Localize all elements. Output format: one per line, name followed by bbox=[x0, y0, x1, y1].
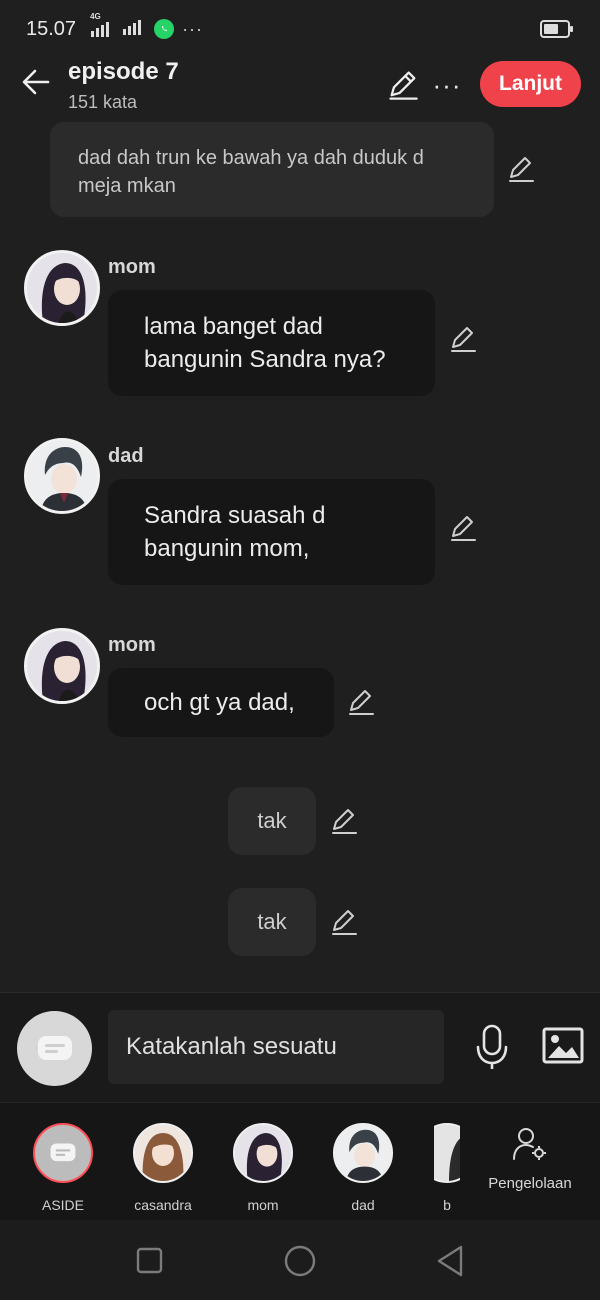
mom-portrait-icon bbox=[235, 1125, 291, 1181]
character-mom[interactable]: mom bbox=[223, 1123, 303, 1213]
top-bar: episode 7 151 kata ··· Lanjut bbox=[0, 58, 600, 122]
status-more: ··· bbox=[182, 18, 204, 39]
edit-message-icon[interactable] bbox=[346, 687, 376, 717]
image-button[interactable] bbox=[542, 1026, 584, 1066]
back-nav-button[interactable] bbox=[433, 1244, 467, 1278]
character-name: ASIDE bbox=[41, 1197, 84, 1213]
character-casandra[interactable]: casandra bbox=[123, 1123, 203, 1213]
aside-avatar bbox=[33, 1123, 93, 1183]
word-count: 151 kata bbox=[68, 92, 138, 112]
input-area bbox=[0, 992, 600, 1102]
dad-portrait-icon bbox=[335, 1125, 391, 1181]
square-icon bbox=[136, 1247, 163, 1274]
character-bar: ASIDE casandra mom dad b Pengelolaan bbox=[0, 1102, 600, 1220]
edit-narration-icon[interactable] bbox=[506, 154, 536, 184]
signal-icon-2 bbox=[122, 18, 146, 41]
edit-message-icon[interactable] bbox=[448, 324, 478, 354]
message-bubble[interactable]: Sandra suasah d bangunin mom, bbox=[108, 479, 435, 585]
mom-portrait-icon bbox=[27, 631, 97, 701]
recents-button[interactable] bbox=[133, 1244, 167, 1278]
mom-avatar[interactable] bbox=[24, 628, 100, 704]
status-time: 15.07 bbox=[26, 17, 77, 40]
speaker-name: mom bbox=[108, 256, 156, 278]
character-name: b bbox=[443, 1197, 451, 1213]
triangle-back-icon bbox=[437, 1245, 463, 1277]
home-button[interactable] bbox=[283, 1244, 317, 1278]
continue-button[interactable]: Lanjut bbox=[480, 61, 581, 107]
narration-bubble[interactable]: dad dah trun ke bawah ya dah duduk d mej… bbox=[50, 122, 494, 217]
narration-bubble[interactable]: tak bbox=[228, 787, 316, 855]
image-icon bbox=[542, 1027, 584, 1064]
mom-portrait-icon bbox=[27, 253, 97, 323]
speaker-name: dad bbox=[108, 445, 144, 467]
pencil-icon bbox=[389, 71, 418, 100]
status-icons: 4G ··· bbox=[90, 12, 204, 41]
dad-avatar bbox=[333, 1123, 393, 1183]
episode-title: episode 7 bbox=[68, 58, 179, 85]
mom-avatar[interactable] bbox=[24, 250, 100, 326]
aside-toggle-button[interactable] bbox=[17, 1011, 92, 1086]
user-settings-icon bbox=[513, 1128, 546, 1160]
edit-message-icon[interactable] bbox=[448, 513, 478, 543]
circle-icon bbox=[284, 1245, 316, 1277]
status-bar: 15.07 4G ··· bbox=[0, 0, 600, 58]
chat-bubble-icon bbox=[50, 1143, 76, 1162]
message-input[interactable] bbox=[108, 1010, 444, 1084]
mom-avatar bbox=[233, 1123, 293, 1183]
manage-label: Pengelolaan bbox=[488, 1175, 572, 1192]
episode-heading: episode 7 151 kata bbox=[68, 58, 179, 113]
whatsapp-icon bbox=[154, 19, 175, 39]
back-button[interactable] bbox=[18, 64, 54, 100]
manage-characters-button[interactable]: Pengelolaan bbox=[482, 1125, 578, 1192]
narration-bubble[interactable]: tak bbox=[228, 888, 316, 956]
chat-area[interactable]: dad dah trun ke bawah ya dah duduk d mej… bbox=[0, 122, 600, 992]
casandra-avatar bbox=[133, 1123, 193, 1183]
dad-avatar[interactable] bbox=[24, 438, 100, 514]
edit-narration-icon[interactable] bbox=[329, 907, 359, 937]
microphone-icon bbox=[476, 1024, 508, 1069]
casandra-portrait-icon bbox=[135, 1125, 191, 1181]
character-dad[interactable]: dad bbox=[323, 1123, 403, 1213]
edit-episode-button[interactable] bbox=[386, 68, 420, 102]
battery-icon bbox=[540, 20, 574, 43]
system-nav-bar bbox=[0, 1220, 600, 1300]
b-portrait-icon bbox=[434, 1125, 460, 1181]
microphone-button[interactable] bbox=[472, 1023, 512, 1071]
message-bubble[interactable]: lama banget dad bangunin Sandra nya? bbox=[108, 290, 435, 396]
back-arrow-icon bbox=[22, 69, 50, 95]
dad-portrait-icon bbox=[27, 441, 97, 511]
character-name: casandra bbox=[134, 1197, 192, 1213]
network-type: 4G bbox=[90, 12, 101, 21]
character-overflow[interactable]: b bbox=[434, 1123, 460, 1219]
signal-icon: 4G bbox=[90, 12, 114, 38]
edit-narration-icon[interactable] bbox=[329, 806, 359, 836]
character-name: mom bbox=[247, 1197, 279, 1213]
chat-bubble-icon bbox=[37, 1035, 72, 1060]
character-aside[interactable]: ASIDE bbox=[23, 1123, 103, 1213]
more-options-button[interactable]: ··· bbox=[430, 68, 464, 102]
message-bubble[interactable]: och gt ya dad, bbox=[108, 668, 334, 737]
speaker-name: mom bbox=[108, 634, 156, 656]
character-name: dad bbox=[351, 1197, 375, 1213]
b-avatar bbox=[434, 1123, 460, 1183]
